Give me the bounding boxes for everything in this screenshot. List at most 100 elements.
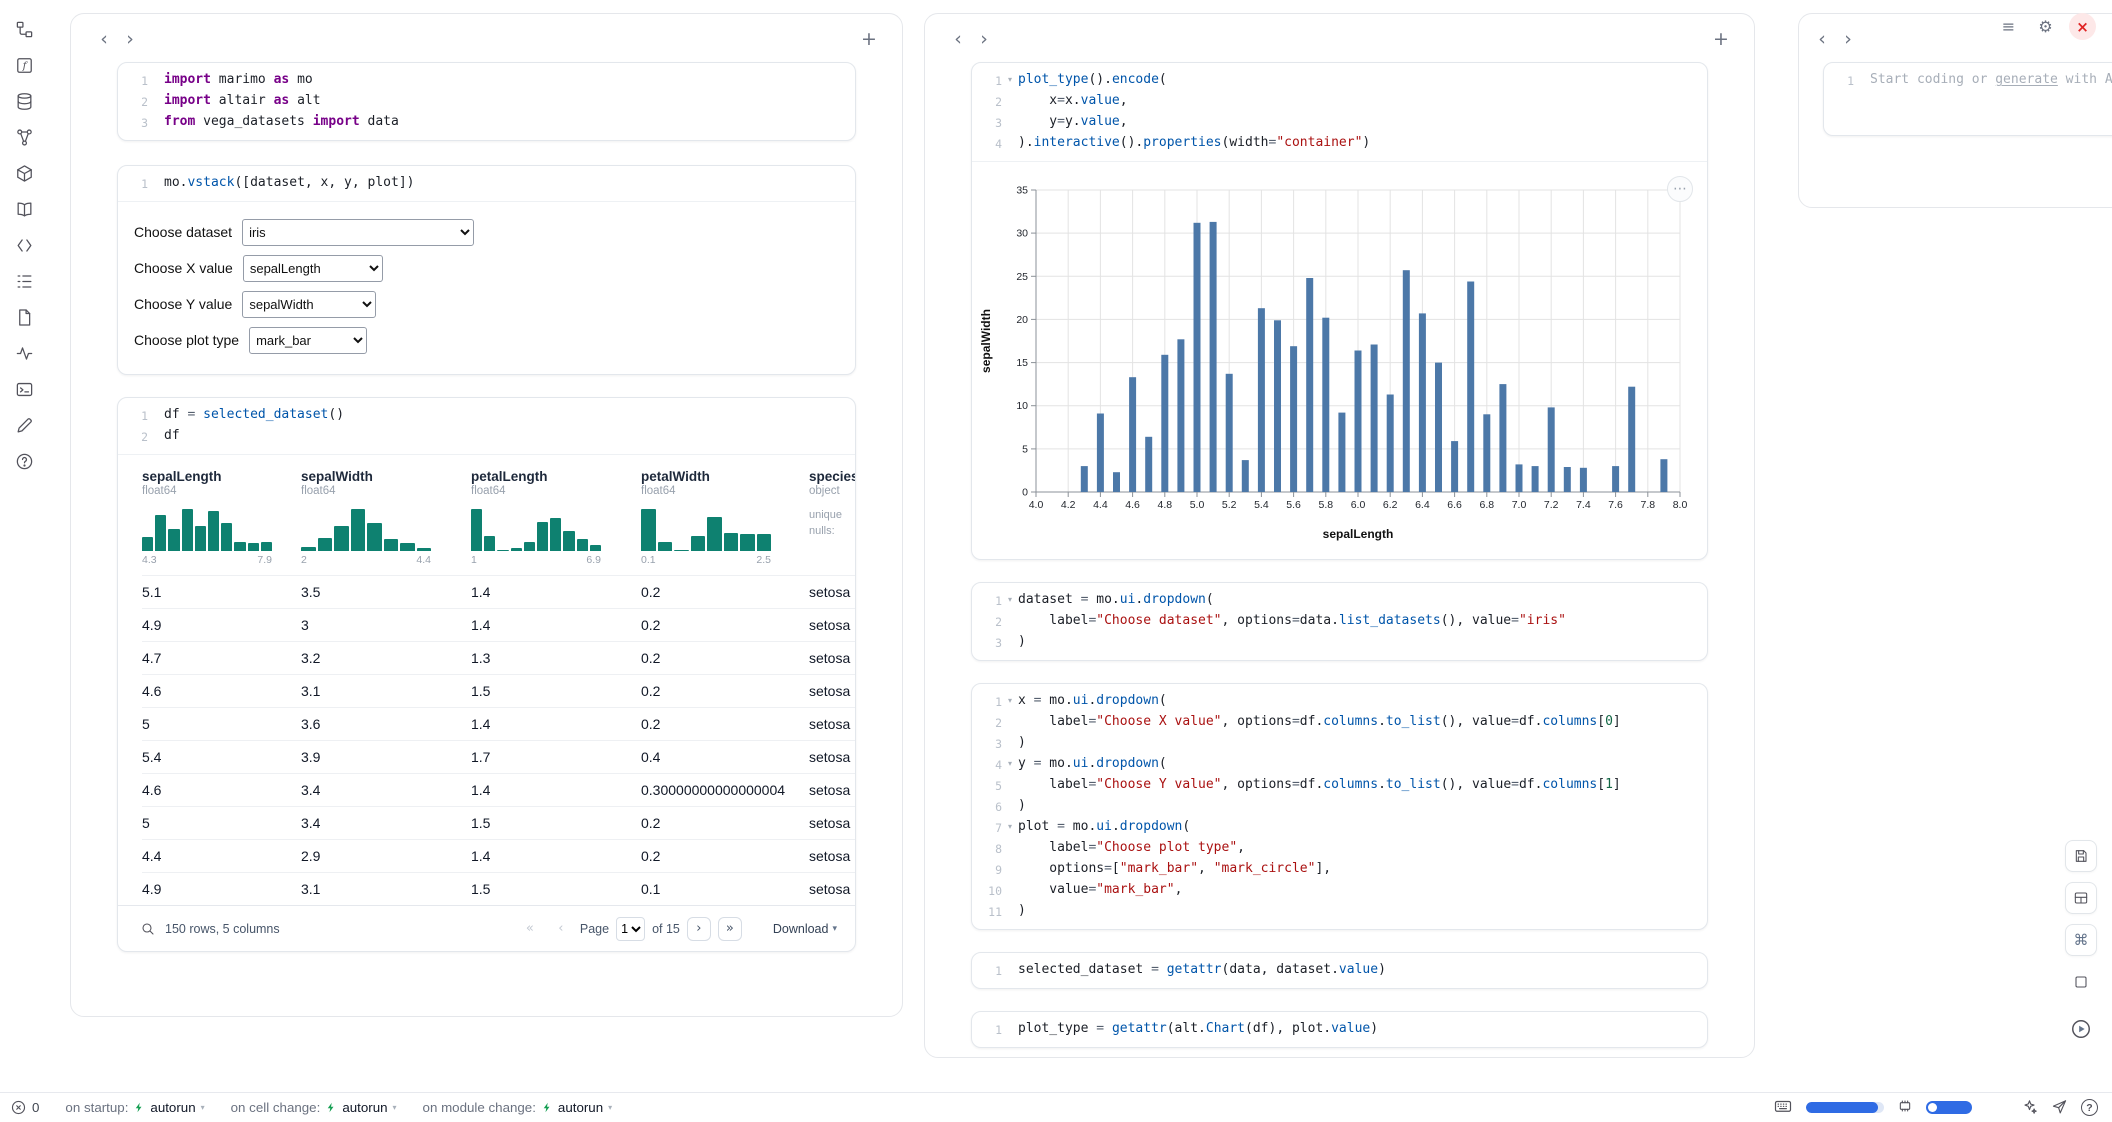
keyboard-shortcuts-button[interactable] (1773, 1097, 1793, 1118)
column-scroll-left-button[interactable]: ‹ (1809, 26, 1835, 52)
cell-vstack: 1mo.vstack([dataset, x, y, plot]) Choose… (117, 165, 856, 375)
table-row[interactable]: 4.42.91.40.2setosa (142, 839, 855, 872)
table-row[interactable]: 4.931.40.2setosa (142, 608, 855, 641)
ram-button[interactable] (1897, 1098, 1913, 1117)
svg-text:5.8: 5.8 (1318, 499, 1333, 511)
cpu-usage-toggle[interactable] (1926, 1101, 1972, 1114)
sidebar-item-dependencies[interactable] (9, 124, 39, 151)
cell-dataframe: 1df = selected_dataset()2df sepalLengthf… (117, 397, 856, 952)
table-row[interactable]: 4.93.11.50.1setosa (142, 872, 855, 905)
chart-menu-button[interactable]: ⋯ (1667, 176, 1693, 202)
runtime-setting-on-module-change[interactable]: on module change: autorun ▾ (423, 1100, 613, 1115)
dropdown-select[interactable]: sepalLength (243, 255, 383, 282)
code-editor[interactable]: 1▾dataset = mo.ui.dropdown(2 label="Choo… (972, 583, 1707, 660)
search-icon[interactable] (140, 921, 156, 937)
ai-group: ? (2021, 1098, 2098, 1118)
chip-icon (1897, 1098, 1913, 1114)
cell-selected-dataset: 1selected_dataset = getattr(data, datase… (971, 952, 1708, 989)
sidebar-item-packages[interactable] (9, 160, 39, 187)
code-editor[interactable]: 1df = selected_dataset()2df (118, 398, 855, 455)
download-button[interactable]: Download ▾ (773, 922, 837, 936)
help-button[interactable]: ? (2081, 1099, 2098, 1116)
sidebar-item-documentation[interactable] (9, 196, 39, 223)
page-label: Page (580, 922, 609, 936)
svg-text:6.6: 6.6 (1447, 499, 1462, 511)
menu-icon: ≡ (2002, 17, 2015, 36)
feedback-button[interactable] (2051, 1098, 2068, 1118)
table-row[interactable]: 4.63.11.50.2setosa (142, 674, 855, 707)
sidebar-item-docs-file[interactable] (9, 304, 39, 331)
table-row[interactable]: 5.13.51.40.2setosa (142, 575, 855, 608)
lightning-icon (325, 1101, 337, 1114)
dataframe-table: sepalLengthfloat644.37.9sepalWidthfloat6… (118, 455, 855, 951)
table-row[interactable]: 53.41.50.2setosa (142, 806, 855, 839)
column-header-species[interactable]: speciesobjectuniquenulls: (809, 469, 855, 575)
shutdown-button[interactable]: × (2069, 13, 2096, 40)
sidebar-item-scratchpad[interactable] (9, 412, 39, 439)
table-row[interactable]: 5.43.91.70.4setosa (142, 740, 855, 773)
bar-chart[interactable]: 4.04.24.44.64.85.05.25.45.65.86.06.26.46… (978, 174, 1702, 546)
sidebar-item-datasources[interactable] (9, 88, 39, 115)
column-header-petalWidth[interactable]: petalWidthfloat640.12.5 (641, 469, 809, 575)
layout-button[interactable] (2065, 882, 2097, 914)
memory-usage-meter[interactable] (1806, 1102, 1884, 1113)
sidebar-item-tracing[interactable] (9, 340, 39, 367)
save-button[interactable] (2065, 840, 2097, 872)
run-all-button[interactable] (2064, 1012, 2098, 1046)
code-editor[interactable]: 1import marimo as mo2import altair as al… (118, 63, 855, 140)
sidebar-item-variables[interactable]: f (9, 52, 39, 79)
code-editor[interactable]: 1▾x = mo.ui.dropdown(2 label="Choose X v… (972, 684, 1707, 929)
add-cell-button[interactable]: + (1708, 26, 1734, 52)
runtime-setting-on-cell-change[interactable]: on cell change: autorun ▾ (231, 1100, 397, 1115)
next-page-button[interactable]: › (687, 917, 711, 941)
column-scroll-left-button[interactable]: ‹ (945, 26, 971, 52)
page-select[interactable]: 1 (616, 917, 645, 941)
lightning-icon (541, 1101, 553, 1114)
add-cell-button[interactable]: + (856, 26, 882, 52)
settings-button[interactable]: ⚙ (2032, 13, 2059, 40)
floating-controls: ⌘ (2064, 840, 2098, 1046)
column-histogram (142, 507, 272, 551)
sidebar-item-logs[interactable] (9, 268, 39, 295)
code-editor-placeholder[interactable]: 1Start coding or generate with AI (1824, 63, 2112, 135)
svg-text:sepalWidth: sepalWidth (979, 309, 993, 373)
code-editor[interactable]: 1selected_dataset = getattr(data, datase… (972, 953, 1707, 988)
menu-button[interactable]: ≡ (1995, 13, 2022, 40)
first-page-button[interactable]: « (518, 917, 542, 941)
dropdown-select[interactable]: mark_bar (249, 327, 367, 354)
sidebar-item-snippets[interactable] (9, 232, 39, 259)
dropdown-select[interactable]: sepalWidth (242, 291, 376, 318)
dropdown-select[interactable]: iris (242, 219, 474, 246)
runtime-setting-on-startup[interactable]: on startup: autorun ▾ (65, 1100, 204, 1115)
table-row[interactable]: 4.63.41.40.30000000000000004setosa (142, 773, 855, 806)
table-row[interactable]: 53.61.40.2setosa (142, 707, 855, 740)
gear-icon: ⚙ (2038, 17, 2052, 36)
svg-text:5: 5 (1022, 443, 1028, 455)
ai-assistant-button[interactable] (2021, 1098, 2038, 1118)
column-scroll-right-button[interactable]: › (117, 26, 143, 52)
sidebar-item-file-explorer[interactable] (9, 16, 39, 43)
code-editor[interactable]: 1▾plot_type().encode(2 x=x.value,3 y=y.v… (972, 63, 1707, 162)
sidebar-item-outputs[interactable] (9, 376, 39, 403)
cell-chart: 1▾plot_type().encode(2 x=x.value,3 y=y.v… (971, 62, 1708, 560)
errors-indicator[interactable]: 0 (10, 1099, 39, 1116)
column-scroll-right-button[interactable]: › (1835, 26, 1861, 52)
sidebar-item-help[interactable] (9, 448, 39, 475)
altair-chart-output: 4.04.24.44.64.85.05.25.45.65.86.06.26.46… (972, 162, 1707, 559)
notebook-column-3: ‹ › 1Start coding or generate with AI (1798, 13, 2112, 208)
minimap-button[interactable] (2065, 966, 2097, 998)
ui-dropdown-row: Choose plot typemark_bar (134, 322, 839, 358)
column-header-sepalWidth[interactable]: sepalWidthfloat6424.4 (301, 469, 471, 575)
file-tree-icon (15, 20, 34, 39)
question-icon: ? (2081, 1099, 2098, 1116)
code-editor[interactable]: 1mo.vstack([dataset, x, y, plot]) (118, 166, 855, 202)
last-page-button[interactable]: » (718, 917, 742, 941)
column-header-sepalLength[interactable]: sepalLengthfloat644.37.9 (142, 469, 301, 575)
keyboard-shortcuts-button[interactable]: ⌘ (2065, 924, 2097, 956)
prev-page-button[interactable]: ‹ (549, 917, 573, 941)
code-editor[interactable]: 1plot_type = getattr(alt.Chart(df), plot… (972, 1012, 1707, 1047)
column-header-petalLength[interactable]: petalLengthfloat6416.9 (471, 469, 641, 575)
table-row[interactable]: 4.73.21.30.2setosa (142, 641, 855, 674)
column-scroll-right-button[interactable]: › (971, 26, 997, 52)
column-scroll-left-button[interactable]: ‹ (91, 26, 117, 52)
